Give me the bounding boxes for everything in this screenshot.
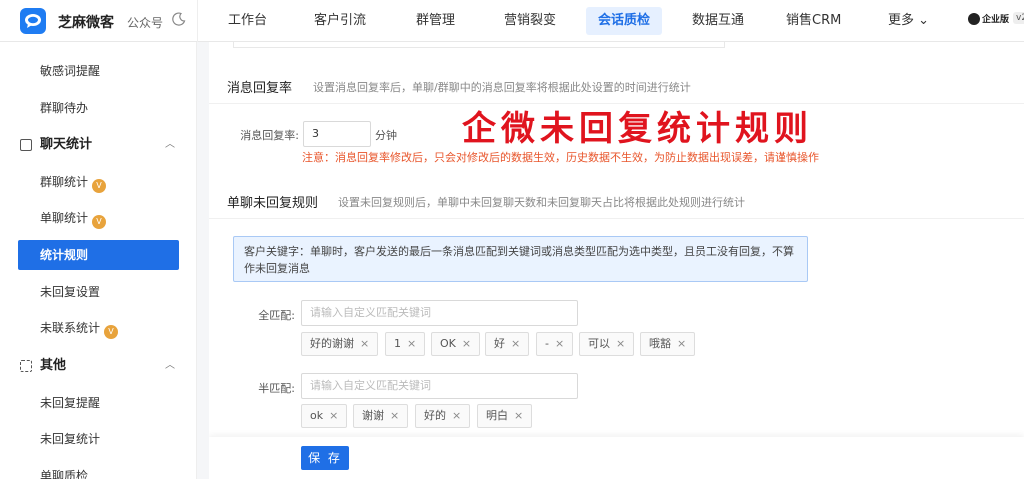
nav-customer-acquisition[interactable]: 客户引流 [302, 7, 378, 35]
close-icon[interactable]: × [511, 337, 520, 350]
reply-rate-unit: 分钟 [375, 129, 397, 142]
app-logo[interactable] [20, 8, 46, 34]
brand-name: 芝麻微客 [58, 15, 114, 31]
sidebar-item-unreplied-settings[interactable]: 未回复设置 [18, 277, 179, 307]
keyword-tag[interactable]: - × [536, 332, 574, 356]
vip-icon: V [104, 325, 119, 339]
keyword-tag[interactable]: ok × [301, 404, 348, 428]
reply-rate-input[interactable]: 3 [303, 121, 371, 147]
nav-workbench[interactable]: 工作台 [216, 7, 279, 35]
vip-icon: V [92, 215, 107, 229]
close-icon[interactable]: × [390, 409, 399, 422]
chat-stats-icon [20, 139, 32, 151]
keyword-tag[interactable]: 1 × [385, 332, 426, 356]
vip-icon: V [92, 179, 107, 193]
reply-rate-desc: 设置消息回复率后，单聊/群聊中的消息回复率将根据此处设置的时间进行统计 [313, 81, 691, 94]
moon-icon[interactable] [172, 12, 186, 26]
nav-marketing-fission[interactable]: 营销裂变 [492, 7, 568, 35]
half-match-label: 半匹配: [258, 382, 295, 395]
close-icon[interactable]: × [616, 337, 625, 350]
close-icon[interactable]: × [462, 337, 471, 350]
sidebar-item-single-stats[interactable]: 单聊统计 V [18, 203, 179, 233]
version-badge: v2 [1013, 12, 1024, 24]
nav-divider [197, 0, 198, 42]
close-icon[interactable]: × [555, 337, 564, 350]
keyword-tag[interactable]: OK × [431, 332, 481, 356]
keyword-tag[interactable]: 哦豁 × [640, 332, 696, 356]
close-icon[interactable]: × [329, 409, 338, 422]
close-icon[interactable]: × [360, 337, 369, 350]
top-navbar: 芝麻微客 公众号 工作台 客户引流 群管理 营销裂变 会话质检 数据互通 销售C… [0, 0, 1024, 42]
keyword-tag[interactable]: 好 × [485, 332, 530, 356]
keyword-tag[interactable]: 好的谢谢 × [301, 332, 379, 356]
sidebar-item-group-todo[interactable]: 群聊待办 [18, 93, 179, 123]
sidebar-item-group-stats[interactable]: 群聊统计 V [18, 167, 179, 197]
unreplied-rule-desc: 设置未回复规则后，单聊中未回复聊天数和未回复聊天占比将根据此处规则进行统计 [338, 196, 745, 209]
sidebar-item-uncontacted-stats[interactable]: 未联系统计 V [18, 313, 179, 343]
edition-icon [968, 13, 980, 25]
nav-session-inspection[interactable]: 会话质检 [586, 7, 663, 35]
save-button[interactable]: 保 存 [301, 446, 349, 470]
other-icon [20, 360, 32, 372]
account-type[interactable]: 公众号 [127, 14, 163, 31]
sidebar-group-other[interactable]: 其他 ︿ [18, 351, 179, 381]
full-match-label: 全匹配: [258, 309, 295, 322]
sidebar: 敏感词提醒 群聊待办 聊天统计 ︿ 群聊统计 V 单聊统计 V 统计规则 未回复设置… [0, 42, 197, 479]
section-divider [209, 218, 1024, 219]
sidebar-item-unreplied-reminder[interactable]: 未回复提醒 [18, 388, 179, 418]
full-match-input[interactable]: 请输入自定义匹配关键词 [301, 300, 578, 326]
nav-sales-crm[interactable]: 销售CRM [774, 7, 853, 35]
half-match-input[interactable]: 请输入自定义匹配关键词 [301, 373, 578, 399]
sidebar-item-sensitive-words[interactable]: 敏感词提醒 [18, 56, 179, 86]
sidebar-item-unreplied-stats[interactable]: 未回复统计 [18, 424, 179, 454]
sidebar-item-single-inspection[interactable]: 单聊质检 [18, 461, 179, 479]
reply-rate-title: 消息回复率 [227, 81, 293, 96]
chevron-up-icon: ︿ [165, 139, 175, 150]
edition-badge[interactable]: 企业版 [968, 12, 1009, 25]
footer-bar: 保 存 [209, 437, 1024, 479]
keyword-note: 客户关键字：单聊时，客户发送的最后一条消息匹配到关键词或消息类型匹配为选中类型，… [233, 236, 808, 282]
close-icon[interactable]: × [452, 409, 461, 422]
nav-more[interactable]: 更多 ⌄ [876, 7, 941, 35]
close-icon[interactable]: × [407, 337, 416, 350]
previous-section-box [233, 42, 725, 48]
close-icon[interactable]: × [677, 337, 686, 350]
overlay-title: 企微未回复统计规则 [462, 109, 813, 149]
keyword-tag[interactable]: 可以 × [579, 332, 635, 356]
keyword-tag[interactable]: 谢谢 × [353, 404, 409, 428]
main-content: 消息回复率 设置消息回复率后，单聊/群聊中的消息回复率将根据此处设置的时间进行统… [209, 42, 1024, 479]
close-icon[interactable]: × [514, 409, 523, 422]
chevron-up-icon: ︿ [165, 360, 175, 371]
reply-rate-warning: 注意：消息回复率修改后，只会对修改后的数据生效，历史数据不生效，为防止数据出现误… [302, 151, 819, 164]
nav-data-interop[interactable]: 数据互通 [680, 7, 756, 35]
unreplied-rule-title: 单聊未回复规则 [227, 196, 319, 211]
nav-group-management[interactable]: 群管理 [404, 7, 467, 35]
reply-rate-label: 消息回复率: [240, 129, 299, 142]
sidebar-item-stat-rules[interactable]: 统计规则 [18, 240, 179, 270]
keyword-tag[interactable]: 好的 × [415, 404, 471, 428]
sidebar-group-chat-stats[interactable]: 聊天统计 ︿ [18, 130, 179, 160]
keyword-tag[interactable]: 明白 × [477, 404, 533, 428]
